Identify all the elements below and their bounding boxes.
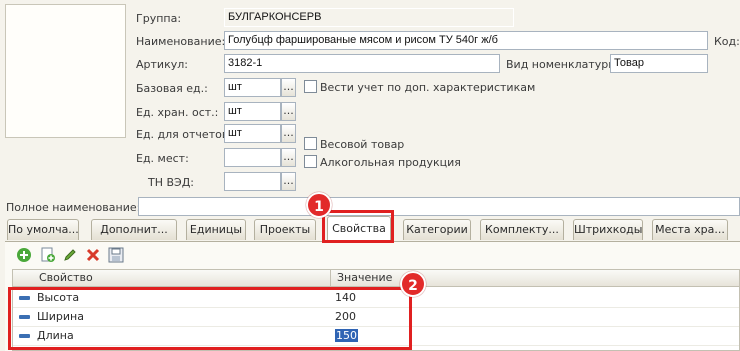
- storage-unit-select-button[interactable]: ...: [281, 102, 296, 121]
- highlight-property-rows: [8, 287, 412, 350]
- column-header-value[interactable]: Значение: [331, 270, 739, 287]
- base-unit-field[interactable]: шт: [224, 78, 281, 97]
- alcohol-label: Алкогольная продукция: [320, 156, 461, 169]
- tab-additional[interactable]: Дополнит...: [91, 219, 177, 240]
- weight-goods-label: Весовой товар: [320, 138, 405, 151]
- nomenclature-type-label: Вид номенклатуры:: [506, 58, 621, 71]
- badge-2: 2: [400, 271, 426, 297]
- base-unit-label: Базовая ед.:: [136, 82, 208, 95]
- tn-ved-select-button[interactable]: ...: [281, 172, 296, 191]
- column-header-property[interactable]: Свойство: [33, 270, 331, 287]
- tab-projects[interactable]: Проекты: [254, 219, 316, 240]
- name-field[interactable]: Голубцф фаршированые мясом и рисом ТУ 54…: [224, 31, 708, 50]
- report-unit-select-button[interactable]: ...: [281, 124, 296, 143]
- full-name-label: Полное наименование:: [6, 201, 141, 214]
- tab-categories[interactable]: Категории: [403, 219, 471, 240]
- report-unit-label: Ед. для отчетов:: [136, 128, 233, 141]
- tn-ved-label: ТН ВЭД:: [148, 176, 195, 189]
- track-characteristics-label: Вести учет по доп. характеристикам: [320, 81, 536, 94]
- full-name-field[interactable]: [138, 197, 740, 216]
- item-picture-area[interactable]: [5, 4, 126, 138]
- tab-kits[interactable]: Комплекту...: [480, 219, 564, 240]
- copy-icon[interactable]: [40, 247, 56, 263]
- tab-defaults[interactable]: По умолча...: [7, 219, 79, 240]
- tab-storage-places[interactable]: Места хра...: [652, 219, 728, 240]
- tn-ved-field[interactable]: [224, 172, 281, 191]
- delete-icon[interactable]: [85, 247, 101, 263]
- badge-1: 1: [306, 192, 332, 218]
- places-unit-field[interactable]: [224, 148, 281, 167]
- save-icon[interactable]: [108, 247, 124, 263]
- group-label: Группа:: [136, 12, 182, 25]
- tab-barcodes[interactable]: Штрихкоды: [573, 219, 643, 240]
- report-unit-field[interactable]: шт: [224, 124, 281, 143]
- storage-unit-field[interactable]: шт: [224, 102, 281, 121]
- places-unit-select-button[interactable]: ...: [281, 148, 296, 167]
- name-label: Наименование:: [136, 35, 226, 48]
- places-unit-label: Ед. мест:: [136, 152, 189, 165]
- base-unit-select-button[interactable]: ...: [281, 78, 296, 97]
- add-icon[interactable]: [16, 247, 32, 263]
- tab-units[interactable]: Единицы: [186, 219, 246, 240]
- article-label: Артикул:: [136, 58, 188, 71]
- table-header-marker: [13, 270, 33, 287]
- storage-unit-label: Ед. хран. ост.:: [136, 106, 219, 119]
- alcohol-checkbox[interactable]: [304, 155, 317, 168]
- code-label: Код:: [714, 35, 740, 48]
- highlight-properties-tab: [322, 210, 394, 243]
- group-value: БУЛГАРКОНСЕРВ: [224, 8, 514, 27]
- track-characteristics-checkbox[interactable]: [304, 80, 317, 93]
- weight-goods-checkbox[interactable]: [304, 137, 317, 150]
- nomenclature-type-field[interactable]: Товар: [610, 54, 708, 73]
- edit-icon[interactable]: [62, 247, 78, 263]
- article-field[interactable]: 3182-1: [224, 54, 500, 73]
